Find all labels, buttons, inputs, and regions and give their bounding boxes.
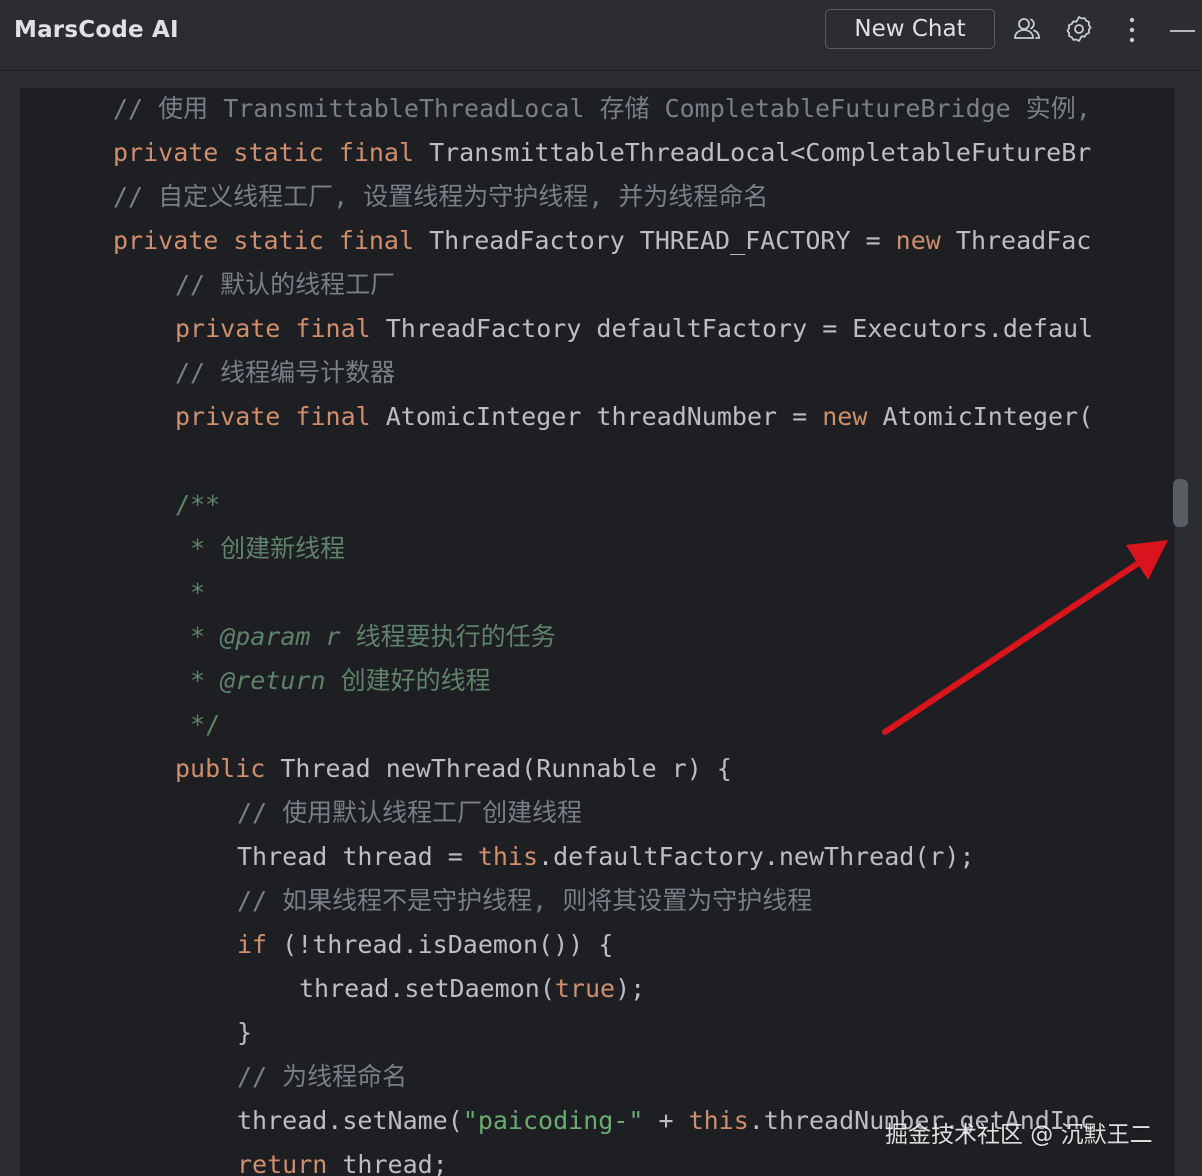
more-vertical-icon[interactable] <box>1117 14 1147 44</box>
code-token: r <box>325 622 341 651</box>
code-line: * 创建新线程 <box>175 527 345 571</box>
code-token: private final <box>175 314 386 343</box>
code-token: * <box>175 622 221 651</box>
code-line: // 使用 TransmittableThreadLocal 存储 Comple… <box>113 88 1091 131</box>
code-token: this <box>477 842 539 871</box>
code-token: // 如果线程不是守护线程, 则将其设置为守护线程 <box>237 886 813 915</box>
code-token: // 自定义线程工厂, 设置线程为守护线程, 并为线程命名 <box>113 182 769 211</box>
code-token: ); <box>615 974 646 1003</box>
code-token: TransmittableThreadLocal<CompletableFutu… <box>429 138 1092 167</box>
code-line: // 为线程命名 <box>237 1055 407 1099</box>
code-token: /** <box>175 490 221 519</box>
code-token: thread.setName( <box>237 1106 463 1135</box>
code-line: * @param r 线程要执行的任务 <box>175 615 556 659</box>
code-line: Thread thread = this.defaultFactory.newT… <box>237 835 975 879</box>
code-token: * <box>175 578 206 607</box>
code-token: * 创建新线程 <box>175 534 346 563</box>
code-token: * <box>175 666 221 695</box>
code-token: (!thread.isDaemon()) { <box>282 930 614 959</box>
code-token: } <box>237 1018 253 1047</box>
code-line: */ <box>175 703 220 747</box>
code-token: "paicoding-" <box>462 1106 644 1135</box>
code-token: // 线程编号计数器 <box>175 358 396 387</box>
code-token: new <box>895 226 956 255</box>
code-token: // 默认的线程工厂 <box>175 270 396 299</box>
code-token: this <box>688 1106 749 1135</box>
code-line: /** <box>175 483 220 527</box>
code-token: // 使用默认线程工厂创建线程 <box>237 798 583 827</box>
code-line: public Thread newThread(Runnable r) { <box>175 747 732 791</box>
code-token: thread; <box>342 1150 448 1176</box>
code-token: thread.setDaemon( <box>299 974 555 1003</box>
code-token: Thread thread = <box>237 842 478 871</box>
code-token: // 为线程命名 <box>237 1062 408 1091</box>
code-line: * <box>175 571 205 615</box>
gear-icon[interactable] <box>1064 14 1094 44</box>
code-token: new <box>822 402 883 431</box>
code-token: */ <box>175 710 221 739</box>
header-bar: MarsCode AI New Chat <box>0 0 1202 71</box>
code-token: 创建好的线程 <box>325 666 491 695</box>
code-line: // 如果线程不是守护线程, 则将其设置为守护线程 <box>237 879 812 923</box>
code-token: AtomicInteger threadNumber = <box>385 402 823 431</box>
code-line: if (!thread.isDaemon()) { <box>237 923 613 967</box>
code-line: private final ThreadFactory defaultFacto… <box>175 307 1093 351</box>
code-line: // 线程编号计数器 <box>175 351 395 395</box>
code-token: ThreadFac <box>955 226 1092 255</box>
code-token: ThreadFactory defaultFactory = Executors… <box>385 314 1094 343</box>
code-line: private static final TransmittableThread… <box>113 131 1091 175</box>
code-token: return <box>237 1150 343 1176</box>
code-line: private final AtomicInteger threadNumber… <box>175 395 1093 439</box>
code-token: public <box>175 754 281 783</box>
code-token: .defaultFactory.newThread(r); <box>538 842 975 871</box>
code-token: true <box>554 974 616 1003</box>
users-icon[interactable] <box>1012 14 1042 44</box>
code-line: } <box>237 1011 252 1055</box>
watermark: 掘金技术社区 @ 沉默王二 <box>885 1122 1153 1148</box>
code-token: private final <box>175 402 386 431</box>
minimize-icon[interactable] <box>1168 14 1196 44</box>
code-token: private static final <box>113 226 430 255</box>
code-token: Thread newThread(Runnable r) { <box>280 754 732 783</box>
code-line: private static final ThreadFactory THREA… <box>113 219 1091 263</box>
code-token: private static final <box>113 138 430 167</box>
app-title: MarsCode AI <box>14 17 179 43</box>
scrollbar-thumb[interactable] <box>1173 479 1188 527</box>
code-token: @return <box>220 666 326 695</box>
code-token: @param <box>220 622 311 651</box>
code-token: + <box>643 1106 689 1135</box>
code-line: return thread; <box>237 1143 448 1176</box>
code-token: if <box>237 930 283 959</box>
code-line: thread.setDaemon(true); <box>299 967 645 1011</box>
new-chat-button[interactable]: New Chat <box>825 9 995 49</box>
code-token: AtomicInteger( <box>882 402 1094 431</box>
code-line: // 自定义线程工厂, 设置线程为守护线程, 并为线程命名 <box>113 175 768 219</box>
red-arrow-annotation <box>882 540 1168 735</box>
code-token: 线程要执行的任务 <box>340 622 556 651</box>
code-token: ThreadFactory THREAD_FACTORY = <box>429 226 896 255</box>
code-line: // 默认的线程工厂 <box>175 263 395 307</box>
code-token: // 使用 TransmittableThreadLocal 存储 Comple… <box>113 94 1091 123</box>
code-line: // 使用默认线程工厂创建线程 <box>237 791 582 835</box>
code-line: * @return 创建好的线程 <box>175 659 491 703</box>
